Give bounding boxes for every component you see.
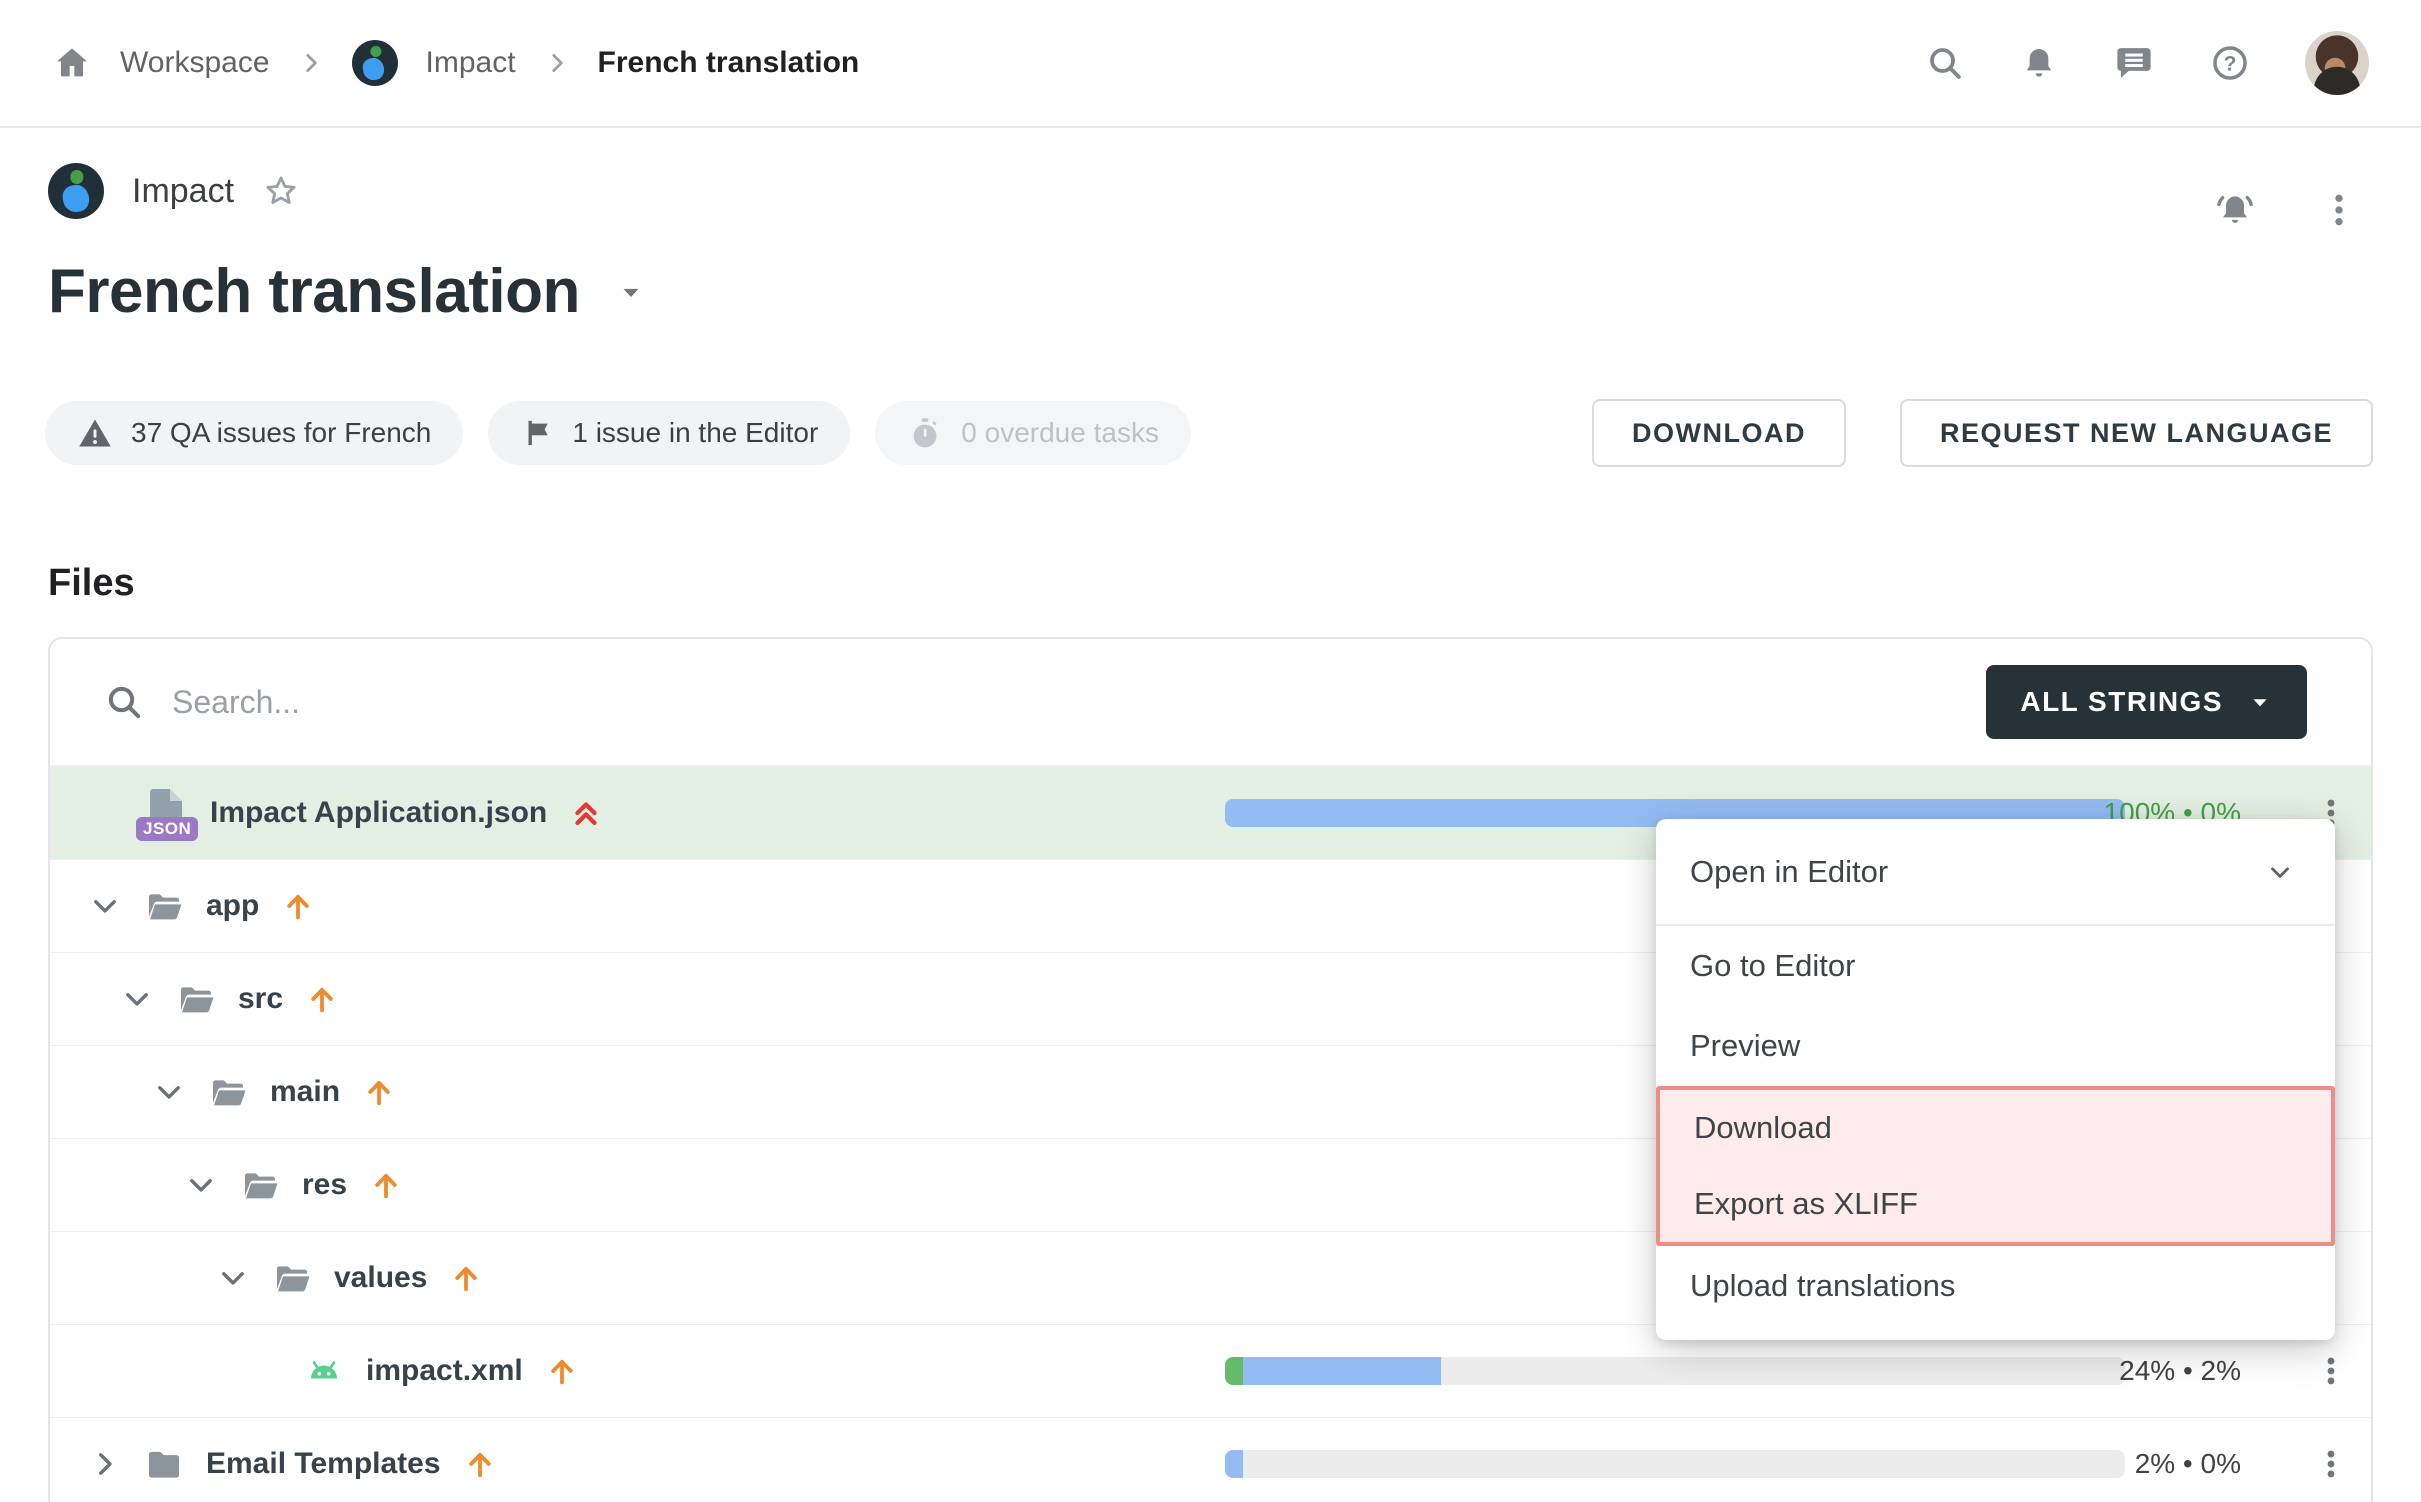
chip-label: 37 QA issues for French [131,417,431,449]
chevron-right-icon [298,50,324,76]
chevron-down-icon[interactable] [88,889,124,923]
progress-bar [1225,1450,2125,1478]
folder-open-icon [240,1165,280,1205]
row-kebab-menu-icon[interactable] [2309,1434,2353,1494]
progress-translated-segment [1243,1357,1441,1385]
folder-open-icon [176,979,216,1019]
android-file-icon [304,1351,344,1391]
page-title: French translation [48,256,580,327]
menu-item-export-as-xliff[interactable]: Export as XLIFF [1660,1166,2331,1242]
messages-chat-icon[interactable] [2113,42,2155,84]
breadcrumb: Workspace Impact French translation [52,40,1925,86]
menu-item-open-in-editor[interactable]: Open in Editor [1656,819,2335,926]
menu-item-download[interactable]: Download [1660,1090,2331,1166]
menu-item-upload-translations[interactable]: Upload translations [1656,1246,2335,1326]
file-name: Impact Application.json [210,796,547,830]
file-name: impact.xml [366,1354,523,1388]
user-avatar[interactable] [2305,31,2369,95]
chevron-down-icon[interactable] [216,1261,252,1295]
folder-open-icon [144,886,184,926]
json-file-icon: JSON [144,787,188,839]
highlighted-menu-region: Download Export as XLIFF [1656,1086,2335,1246]
chevron-down-icon [2265,857,2295,887]
project-logo [48,163,104,219]
project-name: Impact [132,172,234,211]
menu-item-go-to-editor[interactable]: Go to Editor [1656,926,2335,1006]
chip-label: 0 overdue tasks [961,417,1159,449]
favorite-star-icon[interactable] [262,172,300,210]
caret-down-icon [2247,689,2273,715]
overdue-tasks-chip[interactable]: 0 overdue tasks [875,401,1191,465]
changed-upload-arrow-icon [463,1447,497,1481]
breadcrumb-project[interactable]: Impact [426,46,516,80]
progress-translated-segment [1225,1450,1243,1478]
row-kebab-menu-icon[interactable] [2309,1341,2353,1401]
warning-icon [77,415,113,451]
menu-item-preview[interactable]: Preview [1656,1006,2335,1086]
files-heading: Files [48,562,135,605]
file-search-icon [104,682,144,722]
changed-upload-arrow-icon [545,1354,579,1388]
progress-approved-segment [1225,1357,1243,1385]
project-kebab-menu-icon[interactable] [2319,190,2359,230]
svg-text:?: ? [2224,52,2237,75]
folder-closed-icon [144,1444,184,1484]
folder-name: app [206,889,259,923]
all-strings-filter-button[interactable]: ALL STRINGS [1986,665,2307,739]
changed-upload-arrow-icon [305,982,339,1016]
page: { "topbar": { "breadcrumb": { "workspace… [0,0,2421,1498]
folder-row[interactable]: Email Templates 2% • 0% [50,1418,2371,1502]
progress-stats: 2% • 0% [2135,1448,2241,1480]
editor-issues-chip[interactable]: 1 issue in the Editor [488,401,850,465]
priority-high-icon [569,796,603,830]
folder-open-icon [272,1258,312,1298]
chevron-down-icon[interactable] [152,1075,188,1109]
folder-name: main [270,1075,340,1109]
folder-name: res [302,1168,347,1202]
breadcrumb-current: French translation [598,46,860,80]
project-notifications-bell-icon[interactable] [2213,188,2257,232]
changed-upload-arrow-icon [362,1075,396,1109]
filter-label: ALL STRINGS [2020,686,2223,718]
home-icon[interactable] [52,43,92,83]
search-icon[interactable] [1925,43,1965,83]
context-menu: Open in Editor Go to Editor Preview Down… [1656,819,2335,1340]
json-badge: JSON [136,817,198,841]
folder-open-icon [208,1072,248,1112]
chevron-right-icon [544,50,570,76]
impact-logo [352,40,398,86]
chevron-right-icon[interactable] [88,1447,124,1481]
chip-label: 1 issue in the Editor [572,417,818,449]
files-search-row: ALL STRINGS [50,639,2371,767]
stopwatch-icon [907,415,943,451]
changed-upload-arrow-icon [449,1261,483,1295]
progress-stats: 24% • 2% [2119,1355,2241,1387]
folder-name: values [334,1261,427,1295]
request-new-language-button[interactable]: REQUEST NEW LANGUAGE [1900,399,2373,467]
files-search-input[interactable] [172,684,1986,721]
download-button[interactable]: DOWNLOAD [1592,399,1846,467]
flag-icon [520,416,554,450]
qa-issues-chip[interactable]: 37 QA issues for French [45,401,463,465]
notifications-bell-icon[interactable] [2019,43,2059,83]
folder-name: Email Templates [206,1447,441,1481]
folder-name: src [238,982,283,1016]
changed-upload-arrow-icon [281,889,315,923]
top-app-bar: Workspace Impact French translation ? [0,0,2421,128]
chevron-down-icon[interactable] [184,1168,220,1202]
title-caret-down-icon[interactable] [616,277,646,307]
progress-bar [1225,1357,2125,1385]
changed-upload-arrow-icon [369,1168,403,1202]
chevron-down-icon[interactable] [120,982,156,1016]
help-icon[interactable]: ? [2209,42,2251,84]
breadcrumb-workspace[interactable]: Workspace [120,46,270,80]
